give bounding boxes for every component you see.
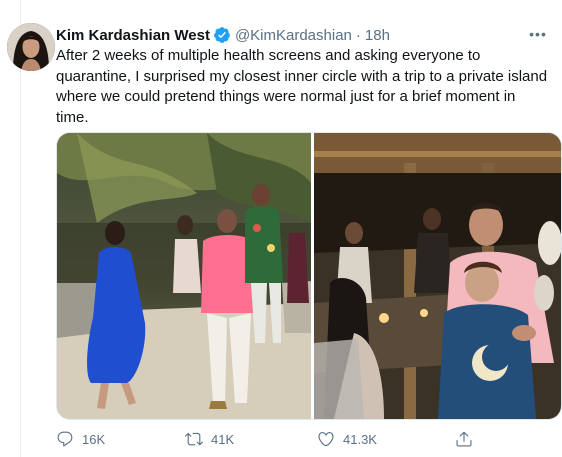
retweet-button[interactable]: 41K	[185, 430, 317, 448]
retweet-count: 41K	[211, 431, 235, 447]
header-separator: ·	[355, 26, 361, 44]
like-count: 41.3K	[343, 431, 377, 447]
share-icon	[456, 431, 472, 447]
reply-count: 16K	[82, 431, 106, 447]
avatar[interactable]	[7, 23, 55, 71]
photo-beach-night-group-walking[interactable]	[57, 133, 311, 419]
more-icon[interactable]: •••	[528, 24, 548, 44]
avatar-image	[7, 23, 55, 71]
tweet-text: After 2 weeks of multiple health screens…	[56, 47, 548, 126]
like-icon	[318, 432, 334, 447]
reply-button[interactable]: 16K	[56, 430, 185, 448]
photo-dinner-party-father-and-son[interactable]	[314, 133, 561, 419]
tweet-header: Kim Kardashian West @KimKardashian · 18h…	[56, 24, 552, 46]
share-button[interactable]	[455, 430, 473, 448]
author-handle[interactable]: @KimKardashian	[235, 27, 352, 44]
reply-icon	[57, 431, 73, 447]
tweet-media	[56, 132, 562, 420]
retweet-icon	[185, 432, 203, 446]
like-button[interactable]: 41.3K	[317, 430, 455, 448]
tweet-actions: 16K 41K 41.3K	[56, 428, 536, 450]
author-name[interactable]: Kim Kardashian West	[56, 27, 210, 44]
verified-badge-icon	[213, 26, 231, 44]
tweet-timestamp[interactable]: 18h	[365, 27, 390, 44]
